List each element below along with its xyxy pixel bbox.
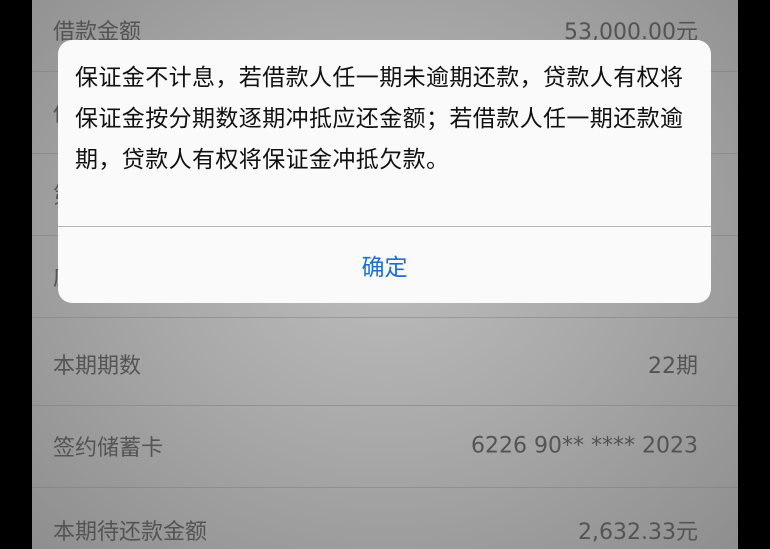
debit-card-label: 签约储蓄卡 (53, 436, 164, 461)
alert-message: 保证金不计息，若借款人任一期未逾期还款，贷款人有权将保证金按分期数逐期冲抵应还金… (75, 65, 684, 173)
debit-card-row: 签约储蓄卡 6226 90** **** 2023 (32, 405, 738, 488)
current-period-row: 本期期数 22期 (32, 323, 738, 406)
current-period-label: 本期期数 (53, 354, 142, 379)
current-period-value: 22期 (648, 354, 698, 379)
confirm-button[interactable]: 确定 (58, 227, 711, 303)
debit-card-value: 6226 90** **** 2023 (471, 433, 698, 459)
amount-due-value: 2,632.33元 (578, 520, 698, 545)
amount-due-label: 本期待还款金额 (53, 520, 208, 545)
deposit-info-alert: 保证金不计息，若借款人任一期未逾期还款，贷款人有权将保证金按分期数逐期冲抵应还金… (58, 40, 711, 303)
amount-due-row: 本期待还款金额 2,632.33元 (32, 489, 738, 549)
